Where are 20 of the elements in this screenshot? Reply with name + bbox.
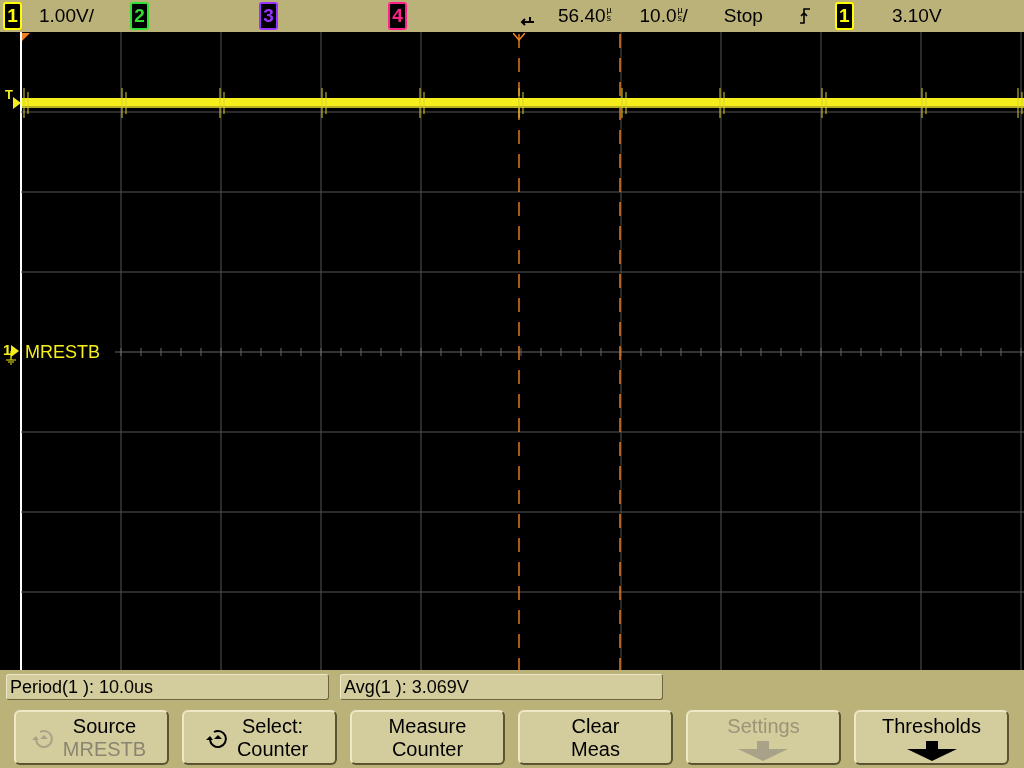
run-state: Stop bbox=[723, 5, 763, 27]
measurement-readout: Period(1 ): 10.0us bbox=[6, 674, 329, 700]
channel-label: MRESTB bbox=[25, 341, 100, 363]
trigger-point-icon bbox=[513, 33, 525, 41]
softkey-button[interactable]: Select: Counter bbox=[182, 710, 337, 765]
trigger-level-marker: T bbox=[5, 88, 13, 101]
arrow-icon bbox=[13, 97, 21, 109]
softkey-button[interactable]: Measure Counter bbox=[350, 710, 505, 765]
channel-marker: 1 bbox=[3, 342, 12, 358]
trigger-level: 3.10V bbox=[891, 5, 942, 27]
channel-badge[interactable]: 1 bbox=[3, 2, 22, 30]
channel-scale: 1.00V/ bbox=[39, 5, 95, 27]
softkey-button[interactable]: Thresholds bbox=[854, 710, 1009, 765]
measurement-readout: Avg(1 ): 3.069V bbox=[340, 674, 663, 700]
softkey-button[interactable]: Clear Meas bbox=[518, 710, 673, 765]
channel-badge[interactable]: 4 bbox=[388, 2, 407, 30]
channel-badge[interactable]: 3 bbox=[259, 2, 278, 30]
rising-edge-icon bbox=[798, 8, 811, 24]
trigger-source-badge[interactable]: 1 bbox=[834, 2, 854, 30]
channel-badge[interactable]: 2 bbox=[130, 2, 149, 30]
